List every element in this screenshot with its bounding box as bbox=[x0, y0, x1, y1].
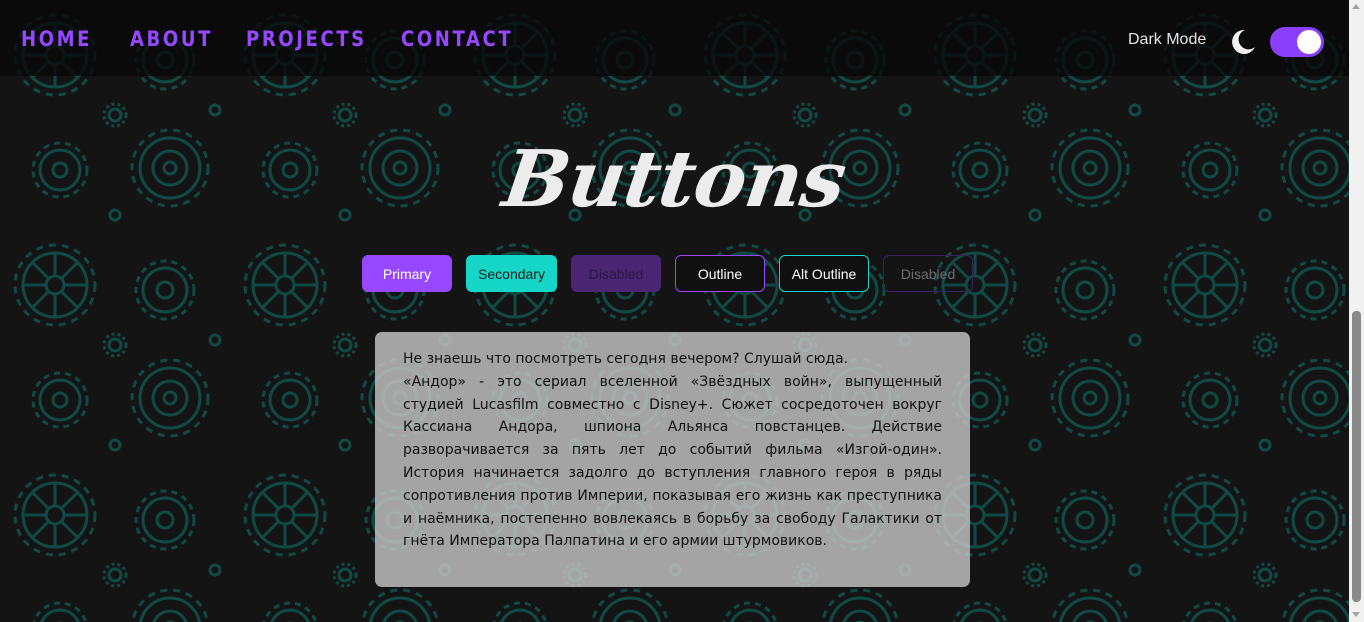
page-scrollbar[interactable] bbox=[1349, 0, 1364, 622]
moon-icon bbox=[1232, 29, 1255, 54]
scroll-up-arrow-icon[interactable] bbox=[1352, 4, 1360, 9]
page-title: Buttons bbox=[498, 134, 852, 225]
description-card: Не знаешь что посмотреть сегодня вечером… bbox=[375, 332, 970, 587]
secondary-button[interactable]: Secondary bbox=[466, 255, 557, 292]
scroll-down-arrow-icon[interactable] bbox=[1352, 612, 1360, 617]
card-intro: Не знаешь что посмотреть сегодня вечером… bbox=[403, 351, 849, 367]
scrollbar-thumb[interactable] bbox=[1352, 311, 1361, 602]
nav-link-about[interactable]: ABOUT bbox=[130, 24, 210, 54]
primary-button[interactable]: Primary bbox=[362, 255, 452, 292]
nav-link-home[interactable]: HOME bbox=[21, 24, 90, 54]
button-showcase: Primary Secondary Disabled Outline Alt O… bbox=[362, 255, 973, 292]
hero: Buttons bbox=[0, 130, 1349, 230]
disabled-button: Disabled bbox=[571, 255, 661, 292]
toggle-knob bbox=[1297, 30, 1321, 54]
outline-button[interactable]: Outline bbox=[675, 255, 765, 292]
nav-link-contact[interactable]: CONTACT bbox=[401, 24, 511, 54]
nav-links: HOME ABOUT PROJECTS CONTACT bbox=[21, 24, 514, 54]
card-body: «Андор» - это сериал вселенной «Звёздных… bbox=[403, 373, 942, 550]
outline-disabled-button: Disabled bbox=[883, 255, 973, 292]
top-navbar: HOME ABOUT PROJECTS CONTACT Dark Mode bbox=[0, 0, 1349, 76]
alt-outline-button[interactable]: Alt Outline bbox=[779, 255, 869, 292]
nav-link-projects[interactable]: PROJECTS bbox=[246, 24, 364, 54]
dark-mode-toggle[interactable] bbox=[1270, 27, 1324, 57]
dark-mode-label: Dark Mode bbox=[1128, 31, 1207, 48]
